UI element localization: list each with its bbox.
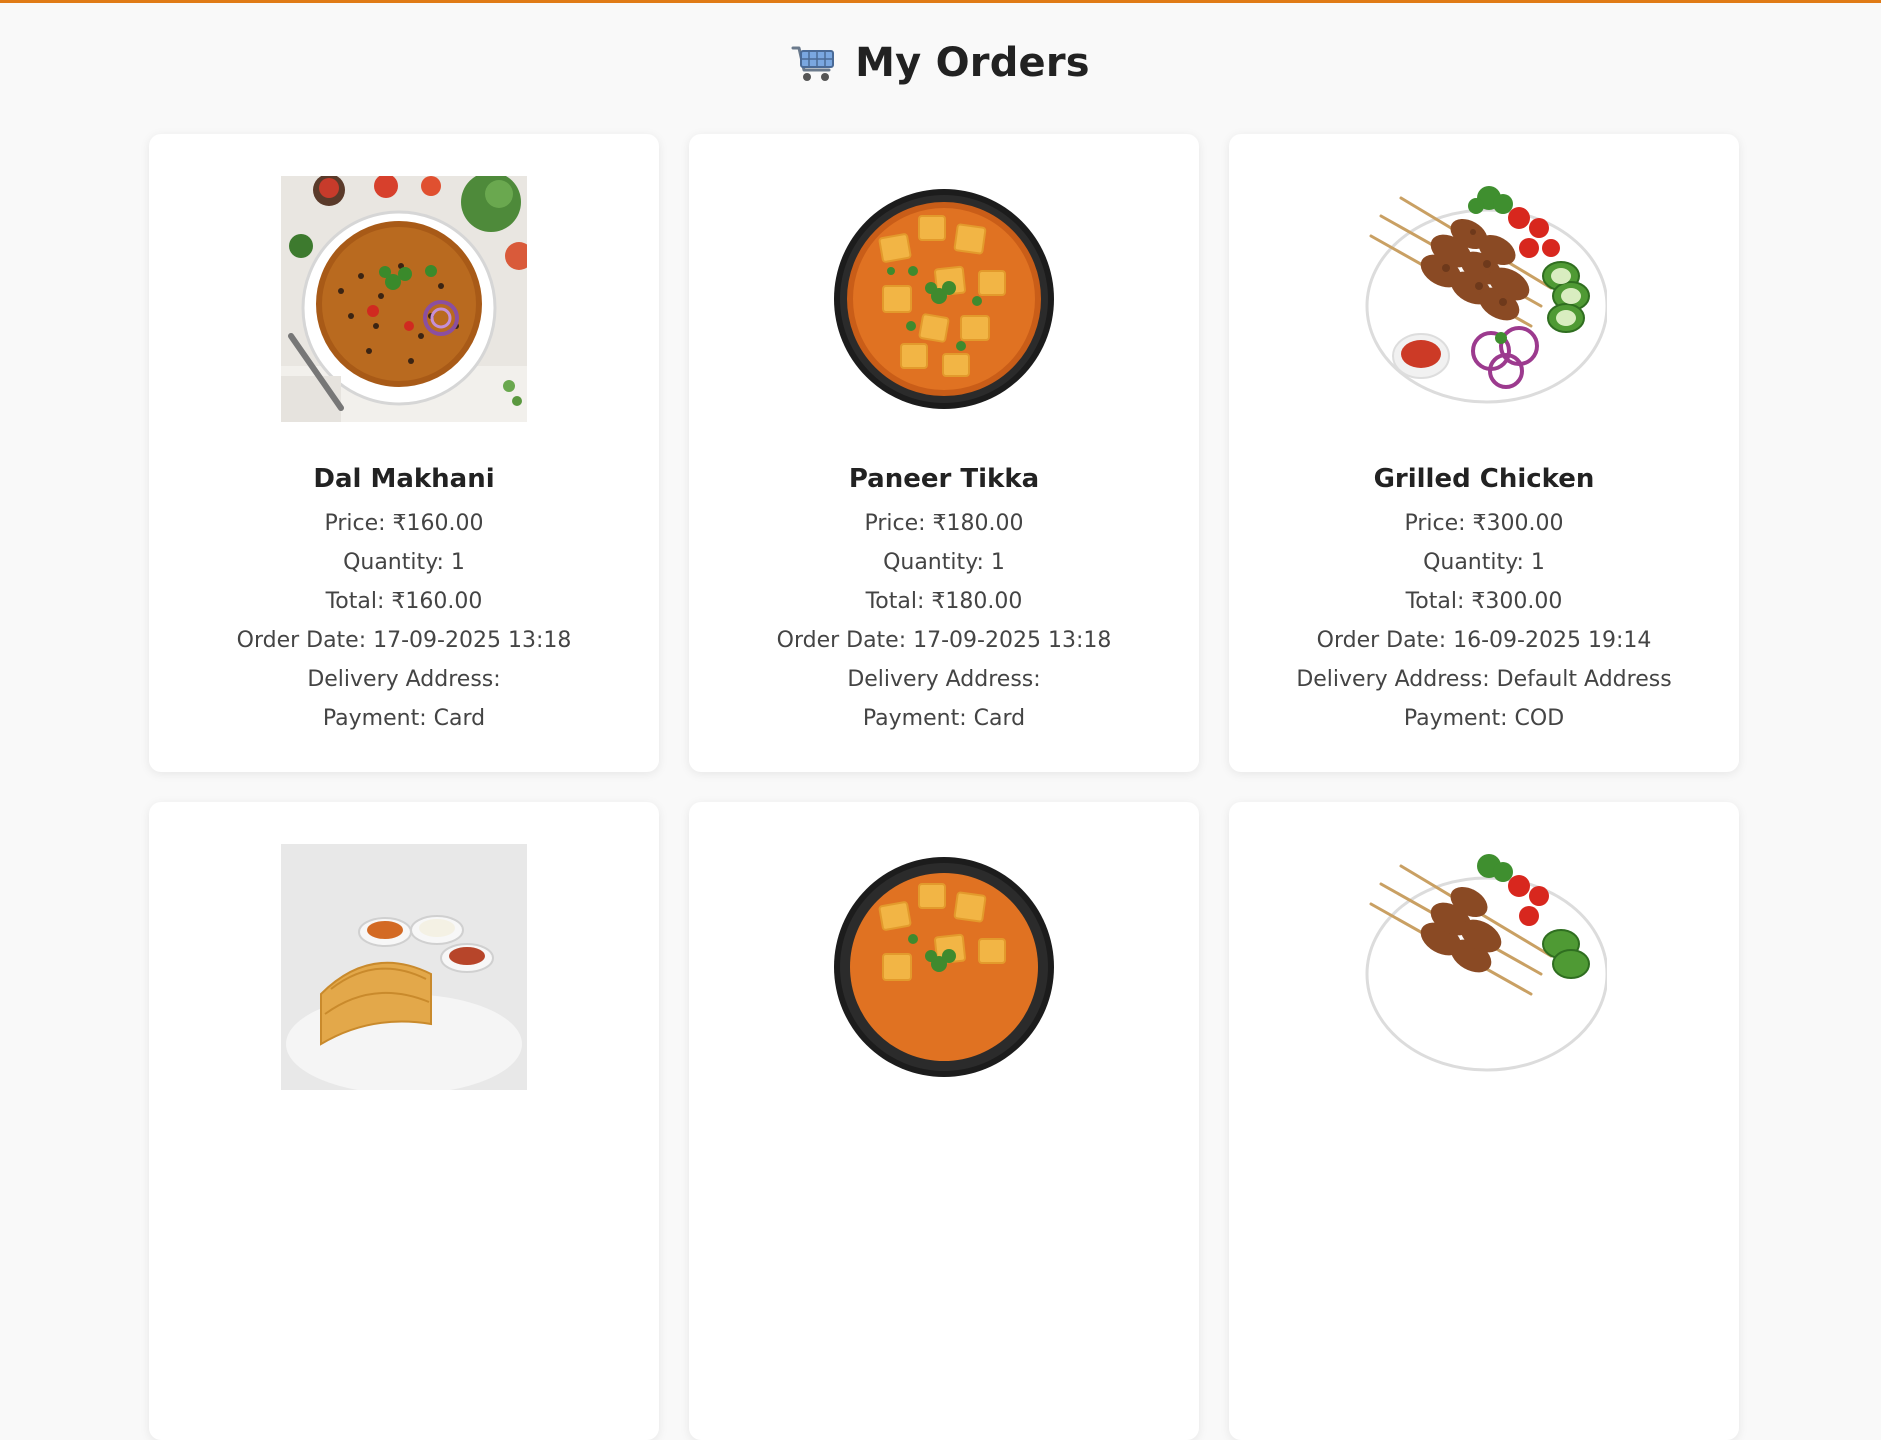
payment-method: Payment: Card [862,706,1026,731]
payment-method: Payment: COD [1403,706,1565,731]
dish-name: Grilled Chicken [1373,464,1595,494]
top-accent-bar [0,0,1881,3]
page-title: My Orders [855,40,1090,86]
payment-method: Payment: Card [322,706,486,731]
order-price: Price: ₹160.00 [324,511,484,536]
order-card [149,802,659,1440]
order-date: Order Date: 17-09-2025 13:18 [776,628,1112,653]
dish-name: Dal Makhani [313,464,495,494]
order-total: Total: ₹180.00 [865,589,1023,614]
dal-makhani-bowl-image [281,176,527,422]
delivery-address: Delivery Address: Default Address [1296,667,1672,692]
order-total: Total: ₹160.00 [325,589,483,614]
order-card [1229,802,1739,1440]
delivery-address: Delivery Address: [847,667,1041,692]
order-date: Order Date: 16-09-2025 19:14 [1316,628,1652,653]
order-card: Paneer Tikka Price: ₹180.00 Quantity: 1 … [689,134,1199,772]
order-quantity: Quantity: 1 [343,550,465,575]
order-card: Grilled Chicken Price: ₹300.00 Quantity:… [1229,134,1739,772]
orders-grid: Dal Makhani Price: ₹160.00 Quantity: 1 T… [149,134,1739,1440]
order-card [689,802,1199,1440]
dish-name: Paneer Tikka [848,464,1040,494]
order-quantity: Quantity: 1 [1423,550,1545,575]
page-header: My Orders [0,30,1881,96]
order-date: Order Date: 17-09-2025 13:18 [236,628,572,653]
shopping-cart-icon [791,46,835,81]
order-price: Price: ₹300.00 [1404,511,1564,536]
delivery-address: Delivery Address: [307,667,501,692]
dosa-platter-image [281,844,527,1090]
paneer-tikka-bowl-image [834,857,1054,1077]
grilled-chicken-plate-image [1365,186,1607,404]
order-quantity: Quantity: 1 [883,550,1005,575]
order-card: Dal Makhani Price: ₹160.00 Quantity: 1 T… [149,134,659,772]
paneer-tikka-bowl-image [834,189,1054,409]
grilled-chicken-plate-image [1365,854,1607,1072]
order-total: Total: ₹300.00 [1405,589,1563,614]
order-price: Price: ₹180.00 [864,511,1024,536]
